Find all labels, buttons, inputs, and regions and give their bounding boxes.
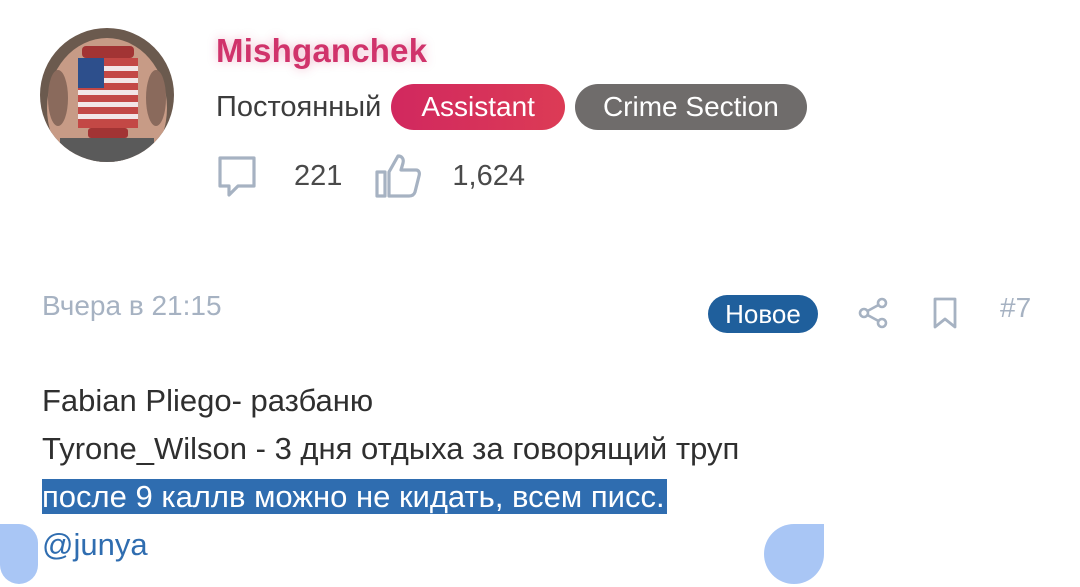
assistant-badge: Assistant xyxy=(391,84,565,130)
thumbs-up-icon xyxy=(374,152,422,200)
post-number[interactable]: #7 xyxy=(1000,292,1031,324)
likes-count: 1,624 xyxy=(452,159,525,192)
selection-handle-end[interactable] xyxy=(764,524,824,584)
username[interactable]: Mishganchek xyxy=(216,32,427,70)
bookmark-icon[interactable] xyxy=(930,296,960,335)
share-icon[interactable] xyxy=(856,296,890,335)
post-body: Fabian Pliego- разбаню Tyrone_Wilson - 3… xyxy=(42,377,739,569)
avatar[interactable] xyxy=(40,28,174,162)
role-row: Постоянный Assistant Crime Section xyxy=(216,83,807,131)
message-icon xyxy=(216,152,264,200)
new-badge: Новое xyxy=(708,295,818,333)
post-line: Fabian Pliego- разбаню xyxy=(42,383,374,418)
messages-count: 221 xyxy=(294,159,343,192)
user-mention[interactable]: @junya xyxy=(42,527,148,562)
post-line: Tyrone_Wilson - 3 дня отдыха за говорящи… xyxy=(42,431,740,466)
selection-handle-start[interactable] xyxy=(0,524,38,584)
post-date[interactable]: Вчера в 21:15 xyxy=(42,290,222,322)
user-title: Постоянный xyxy=(216,90,382,123)
crime-section-badge: Crime Section xyxy=(574,84,807,130)
selected-text: после 9 каллв можно не кидать, всем писс… xyxy=(42,479,667,514)
author-stats: 221 1,624 xyxy=(216,150,525,202)
